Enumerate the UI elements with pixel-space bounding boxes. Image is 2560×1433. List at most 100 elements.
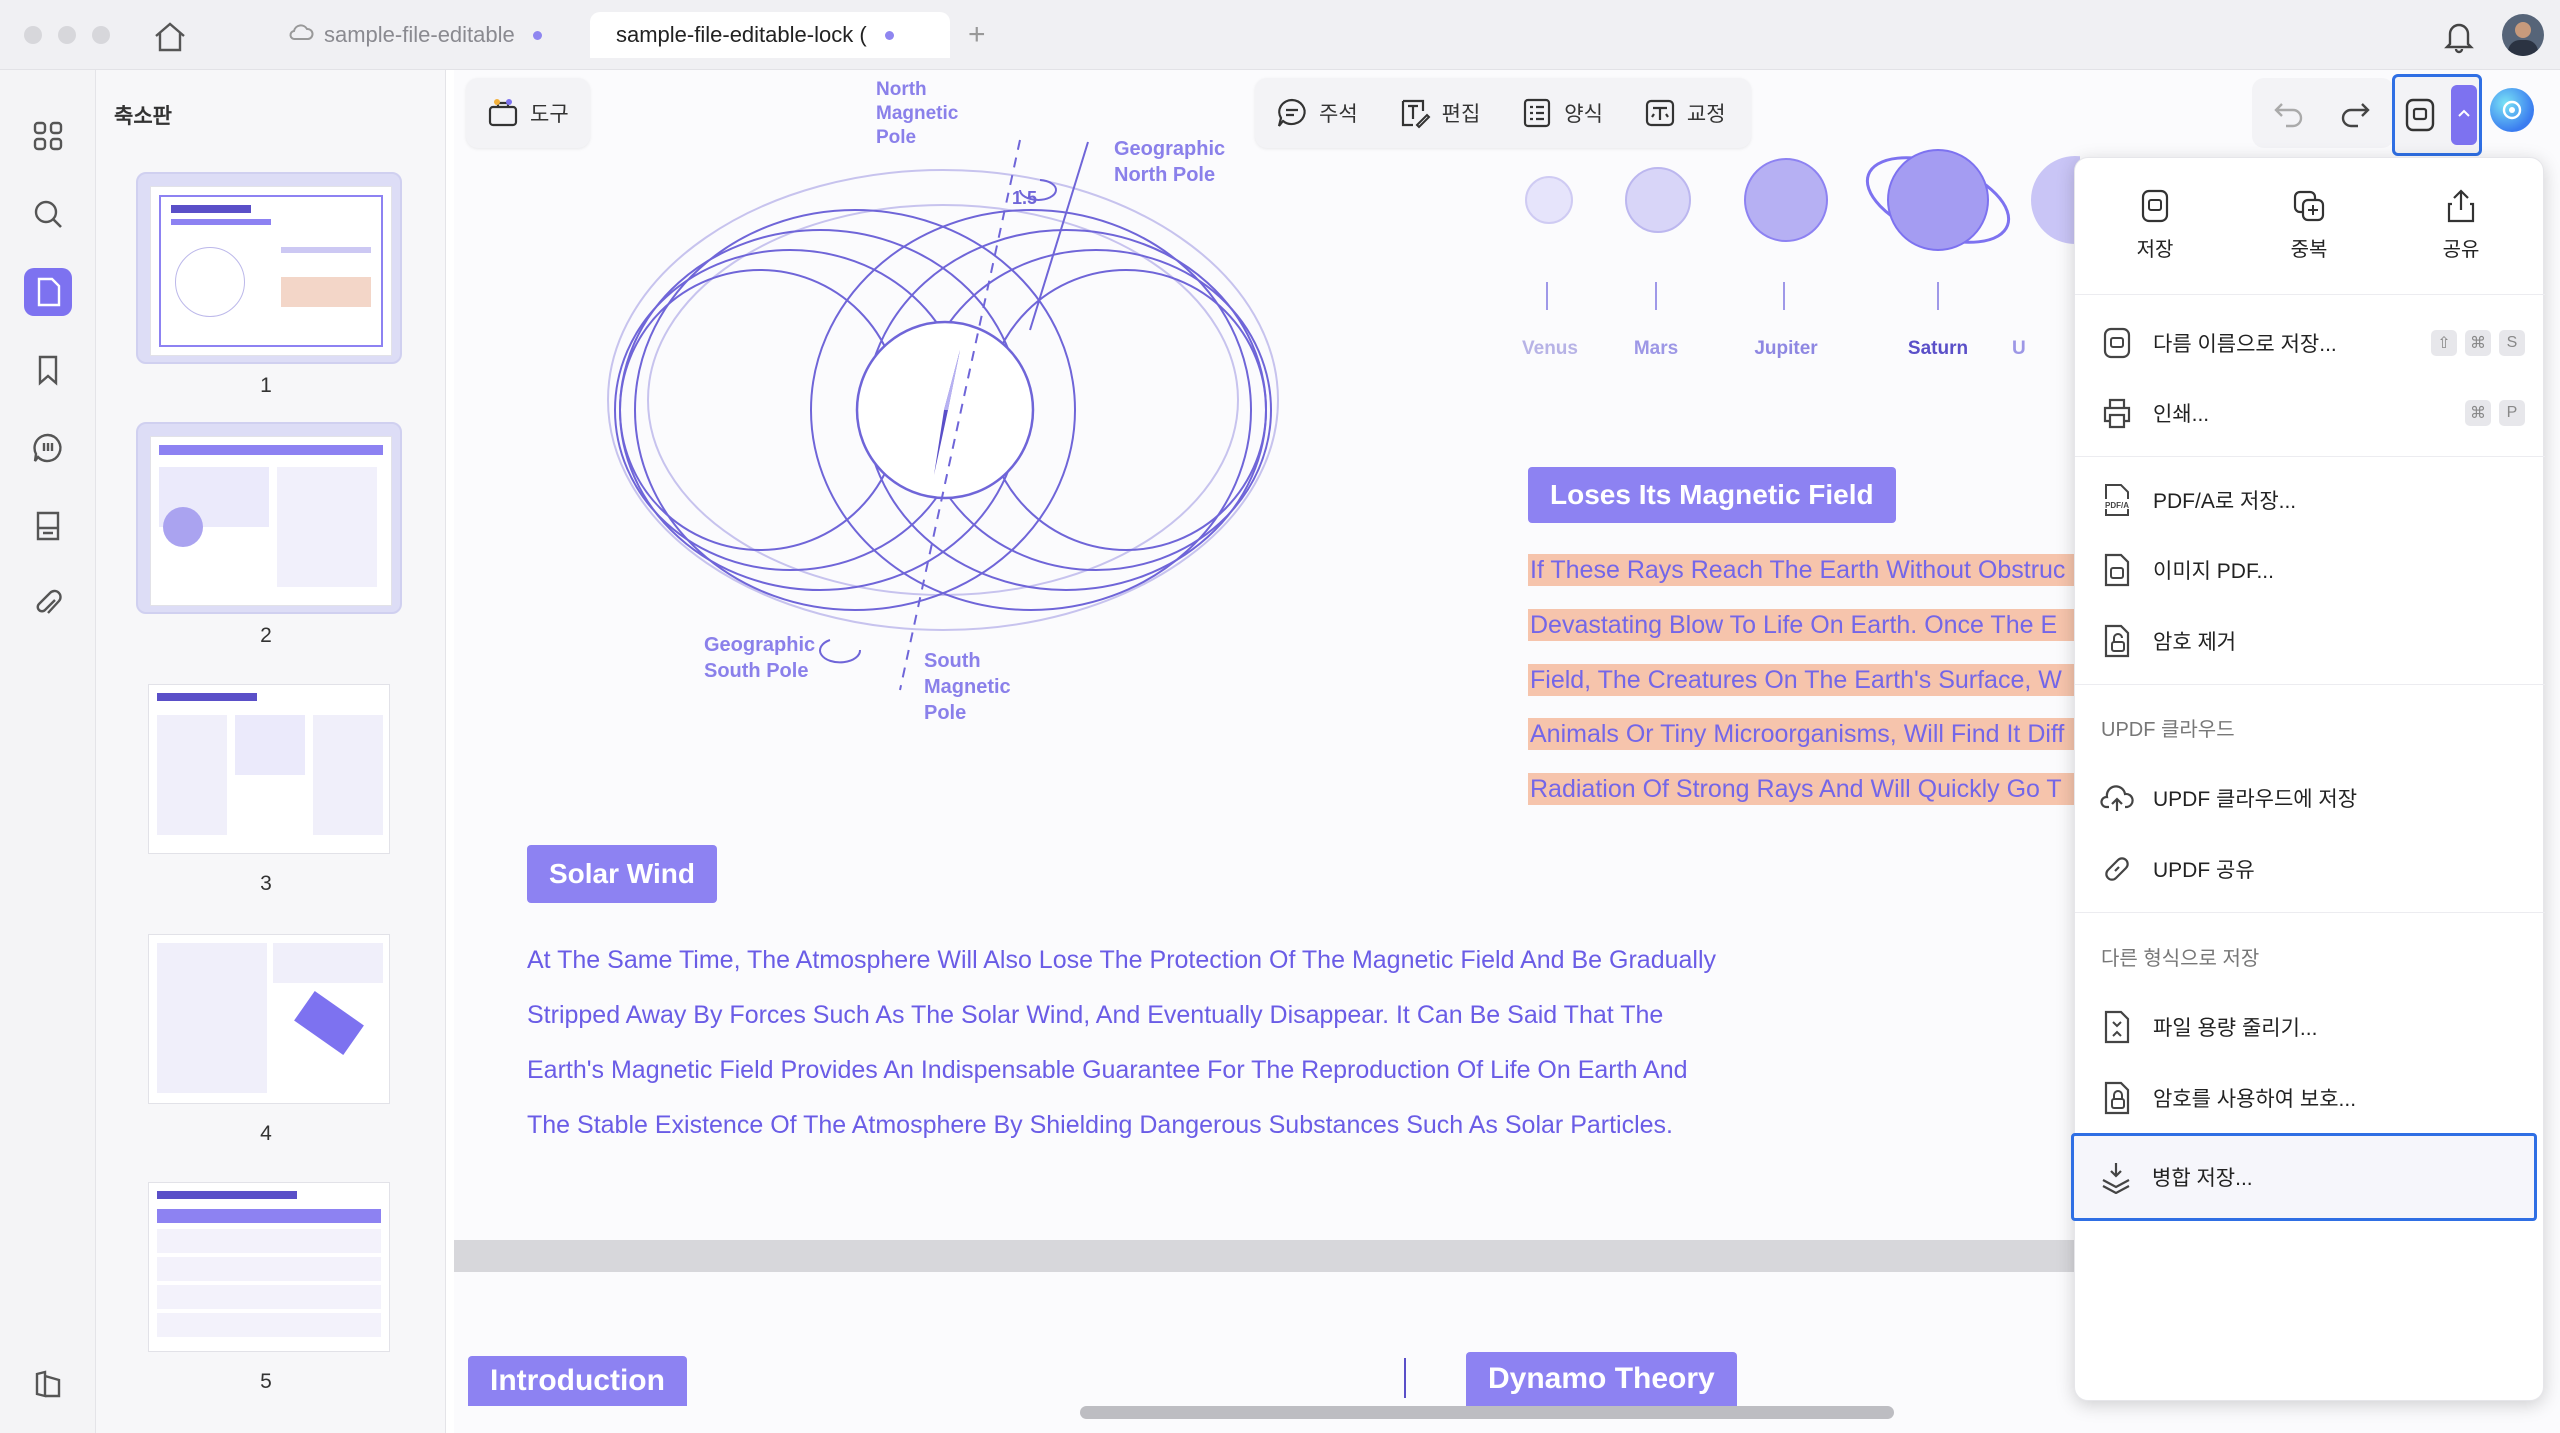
highlighted-line: Field, The Creatures On The Earth's Surf… bbox=[1528, 664, 2074, 696]
south-magnetic-pole-label: South Magnetic Pole bbox=[924, 650, 1011, 724]
menu-item-label: UPDF 공유 bbox=[2153, 859, 2255, 882]
flatten-icon bbox=[2098, 1159, 2134, 1195]
save-dropdown-toggle[interactable] bbox=[2451, 85, 2477, 145]
menu-section-cloud: UPDF 클라우드 bbox=[2101, 719, 2235, 741]
bookmark-icon[interactable] bbox=[24, 346, 72, 394]
proofread-mode-button[interactable]: 교정 bbox=[1623, 96, 1746, 130]
heading-loses-magnetic-field: Loses Its Magnetic Field bbox=[1528, 467, 1896, 523]
edit-label: 편집 bbox=[1441, 103, 1481, 126]
save-split-button[interactable] bbox=[2392, 74, 2482, 156]
share-icon bbox=[2447, 189, 2475, 223]
comment-label: 주석 bbox=[1319, 103, 1358, 126]
cloud-upload-icon bbox=[2099, 780, 2135, 816]
page-thumbnail-5[interactable] bbox=[136, 1170, 402, 1362]
unsaved-dot-icon bbox=[532, 30, 542, 40]
keyboard-shortcut: ⌘ P bbox=[2457, 400, 2525, 426]
save-dropdown-menu: 저장 중복 공유 다름 이름으로 저장... ⇧ ⌘ S 인쇄... ⌘ P P… bbox=[2071, 157, 2545, 1401]
menu-separator bbox=[2075, 294, 2545, 295]
page-thumbnail-4[interactable] bbox=[136, 922, 402, 1114]
shortcut-key: S bbox=[2499, 330, 2525, 356]
tab-sample-file-editable-lock[interactable]: sample-file-editable-lock ( bbox=[590, 12, 950, 58]
menu-item-label: 인쇄... bbox=[2153, 403, 2210, 426]
menu-duplicate-button[interactable]: 중복 bbox=[2269, 188, 2349, 262]
menu-section-other-format: 다른 형식으로 저장 bbox=[2101, 948, 2260, 970]
menu-item-print[interactable]: 인쇄... ⌘ P bbox=[2075, 378, 2545, 448]
comment-icon bbox=[1275, 96, 1309, 130]
tab-label: sample-file-editable bbox=[324, 22, 515, 47]
menu-item-updf-share[interactable]: UPDF 공유 bbox=[2075, 834, 2545, 904]
document-stack-icon[interactable] bbox=[24, 502, 72, 550]
divider-line bbox=[1404, 1358, 1406, 1398]
window-zoom-button[interactable] bbox=[92, 26, 110, 44]
geographic-south-pole-label: Geographic South Pole bbox=[704, 634, 816, 682]
thumbnails-icon[interactable] bbox=[24, 268, 72, 316]
search-icon[interactable] bbox=[24, 190, 72, 238]
title-bar: sample-file-editable sample-file-editabl… bbox=[0, 0, 2560, 70]
menu-save-button[interactable]: 저장 bbox=[2115, 188, 2195, 262]
printer-icon bbox=[2099, 395, 2135, 431]
menu-item-label: UPDF 클라우드에 저장 bbox=[2153, 788, 2358, 811]
new-tab-plus-icon[interactable]: + bbox=[968, 18, 986, 52]
menu-item-save-as[interactable]: 다름 이름으로 저장... ⇧ ⌘ S bbox=[2075, 308, 2545, 378]
share-label: 공유 bbox=[2442, 239, 2480, 261]
menu-item-reduce-size[interactable]: 파일 용량 줄리기... bbox=[2075, 992, 2545, 1062]
menu-item-flatten-save[interactable]: 병합 저장... bbox=[2071, 1133, 2537, 1221]
redo-icon[interactable] bbox=[2338, 96, 2372, 135]
page-thumbnail-1[interactable] bbox=[136, 172, 402, 364]
compress-file-icon bbox=[2099, 1009, 2135, 1045]
avatar[interactable] bbox=[2502, 14, 2544, 56]
page-number: 3 bbox=[260, 872, 272, 895]
menu-item-remove-password[interactable]: 암호 제거 bbox=[2075, 606, 2545, 676]
duplicate-label: 중복 bbox=[2290, 239, 2328, 261]
form-mode-button[interactable]: 양식 bbox=[1500, 96, 1623, 130]
shortcut-key: ⌘ bbox=[2465, 330, 2491, 356]
pdfa-icon: PDF/A bbox=[2099, 482, 2135, 518]
planet-label-jupiter: Jupiter bbox=[1754, 338, 1818, 359]
planet-label-saturn: Saturn bbox=[1907, 338, 1969, 359]
save-as-icon bbox=[2099, 325, 2135, 361]
menu-separator bbox=[2075, 912, 2545, 913]
menu-item-image-pdf[interactable]: 이미지 PDF... bbox=[2075, 535, 2545, 605]
edit-mode-button[interactable]: 편집 bbox=[1378, 96, 1501, 130]
shortcut-key: P bbox=[2499, 400, 2525, 426]
comment-list-icon[interactable] bbox=[24, 424, 72, 472]
tool-label: 도구 bbox=[530, 103, 569, 126]
unlock-file-icon bbox=[2099, 623, 2135, 659]
paragraph-line: At The Same Time, The Atmosphere Will Al… bbox=[527, 946, 1717, 974]
mode-toolbar: 주석 편집 양식 교정 bbox=[1255, 78, 1751, 148]
thumbnail-preview bbox=[148, 934, 390, 1104]
menu-item-label: 다름 이름으로 저장... bbox=[2153, 333, 2337, 356]
home-icon[interactable] bbox=[152, 20, 188, 54]
tool-button[interactable]: 도구 bbox=[466, 78, 590, 148]
page-number: 5 bbox=[260, 1370, 272, 1393]
menu-item-label: 파일 용량 줄리기... bbox=[2153, 1017, 2318, 1040]
history-toolbar bbox=[2252, 78, 2394, 148]
grid-view-icon[interactable] bbox=[24, 112, 72, 160]
bell-icon[interactable] bbox=[2442, 18, 2476, 59]
thumbnail-panel: 축소판 1 2 3 4 5 bbox=[96, 70, 537, 1433]
highlighted-line: Devastating Blow To Life On Earth. Once … bbox=[1528, 609, 2074, 641]
menu-item-save-to-cloud[interactable]: UPDF 클라우드에 저장 bbox=[2075, 763, 2545, 833]
page-thumbnail-3[interactable] bbox=[136, 672, 402, 864]
tab-sample-file-editable[interactable]: sample-file-editable bbox=[278, 12, 552, 58]
undo-icon[interactable] bbox=[2272, 96, 2306, 135]
save-icon[interactable] bbox=[2403, 97, 2437, 138]
comment-mode-button[interactable]: 주석 bbox=[1255, 96, 1378, 130]
ai-assistant-icon[interactable] bbox=[2490, 88, 2534, 132]
page-thumbnail-2[interactable] bbox=[136, 422, 402, 614]
menu-item-label: 암호를 사용하여 보호... bbox=[2153, 1088, 2357, 1111]
window-minimize-button[interactable] bbox=[58, 26, 76, 44]
horizontal-scrollbar[interactable] bbox=[1080, 1406, 1894, 1419]
left-icon-bar bbox=[0, 70, 96, 1433]
planets-illustration bbox=[1525, 149, 2080, 310]
edit-text-icon bbox=[1398, 96, 1432, 130]
shortcut-key: ⌘ bbox=[2465, 400, 2491, 426]
menu-item-save-pdfa[interactable]: PDF/A PDF/A로 저장... bbox=[2075, 465, 2545, 535]
paragraph-line: The Stable Existence Of The Atmosphere B… bbox=[527, 1111, 1673, 1139]
menu-share-button[interactable]: 공유 bbox=[2421, 188, 2501, 262]
attachment-icon[interactable] bbox=[24, 580, 72, 628]
window-close-button[interactable] bbox=[24, 26, 42, 44]
heading-solar-wind: Solar Wind bbox=[527, 845, 717, 903]
layers-icon[interactable] bbox=[24, 1360, 72, 1408]
menu-item-protect-password[interactable]: 암호를 사용하여 보호... bbox=[2075, 1063, 2545, 1133]
